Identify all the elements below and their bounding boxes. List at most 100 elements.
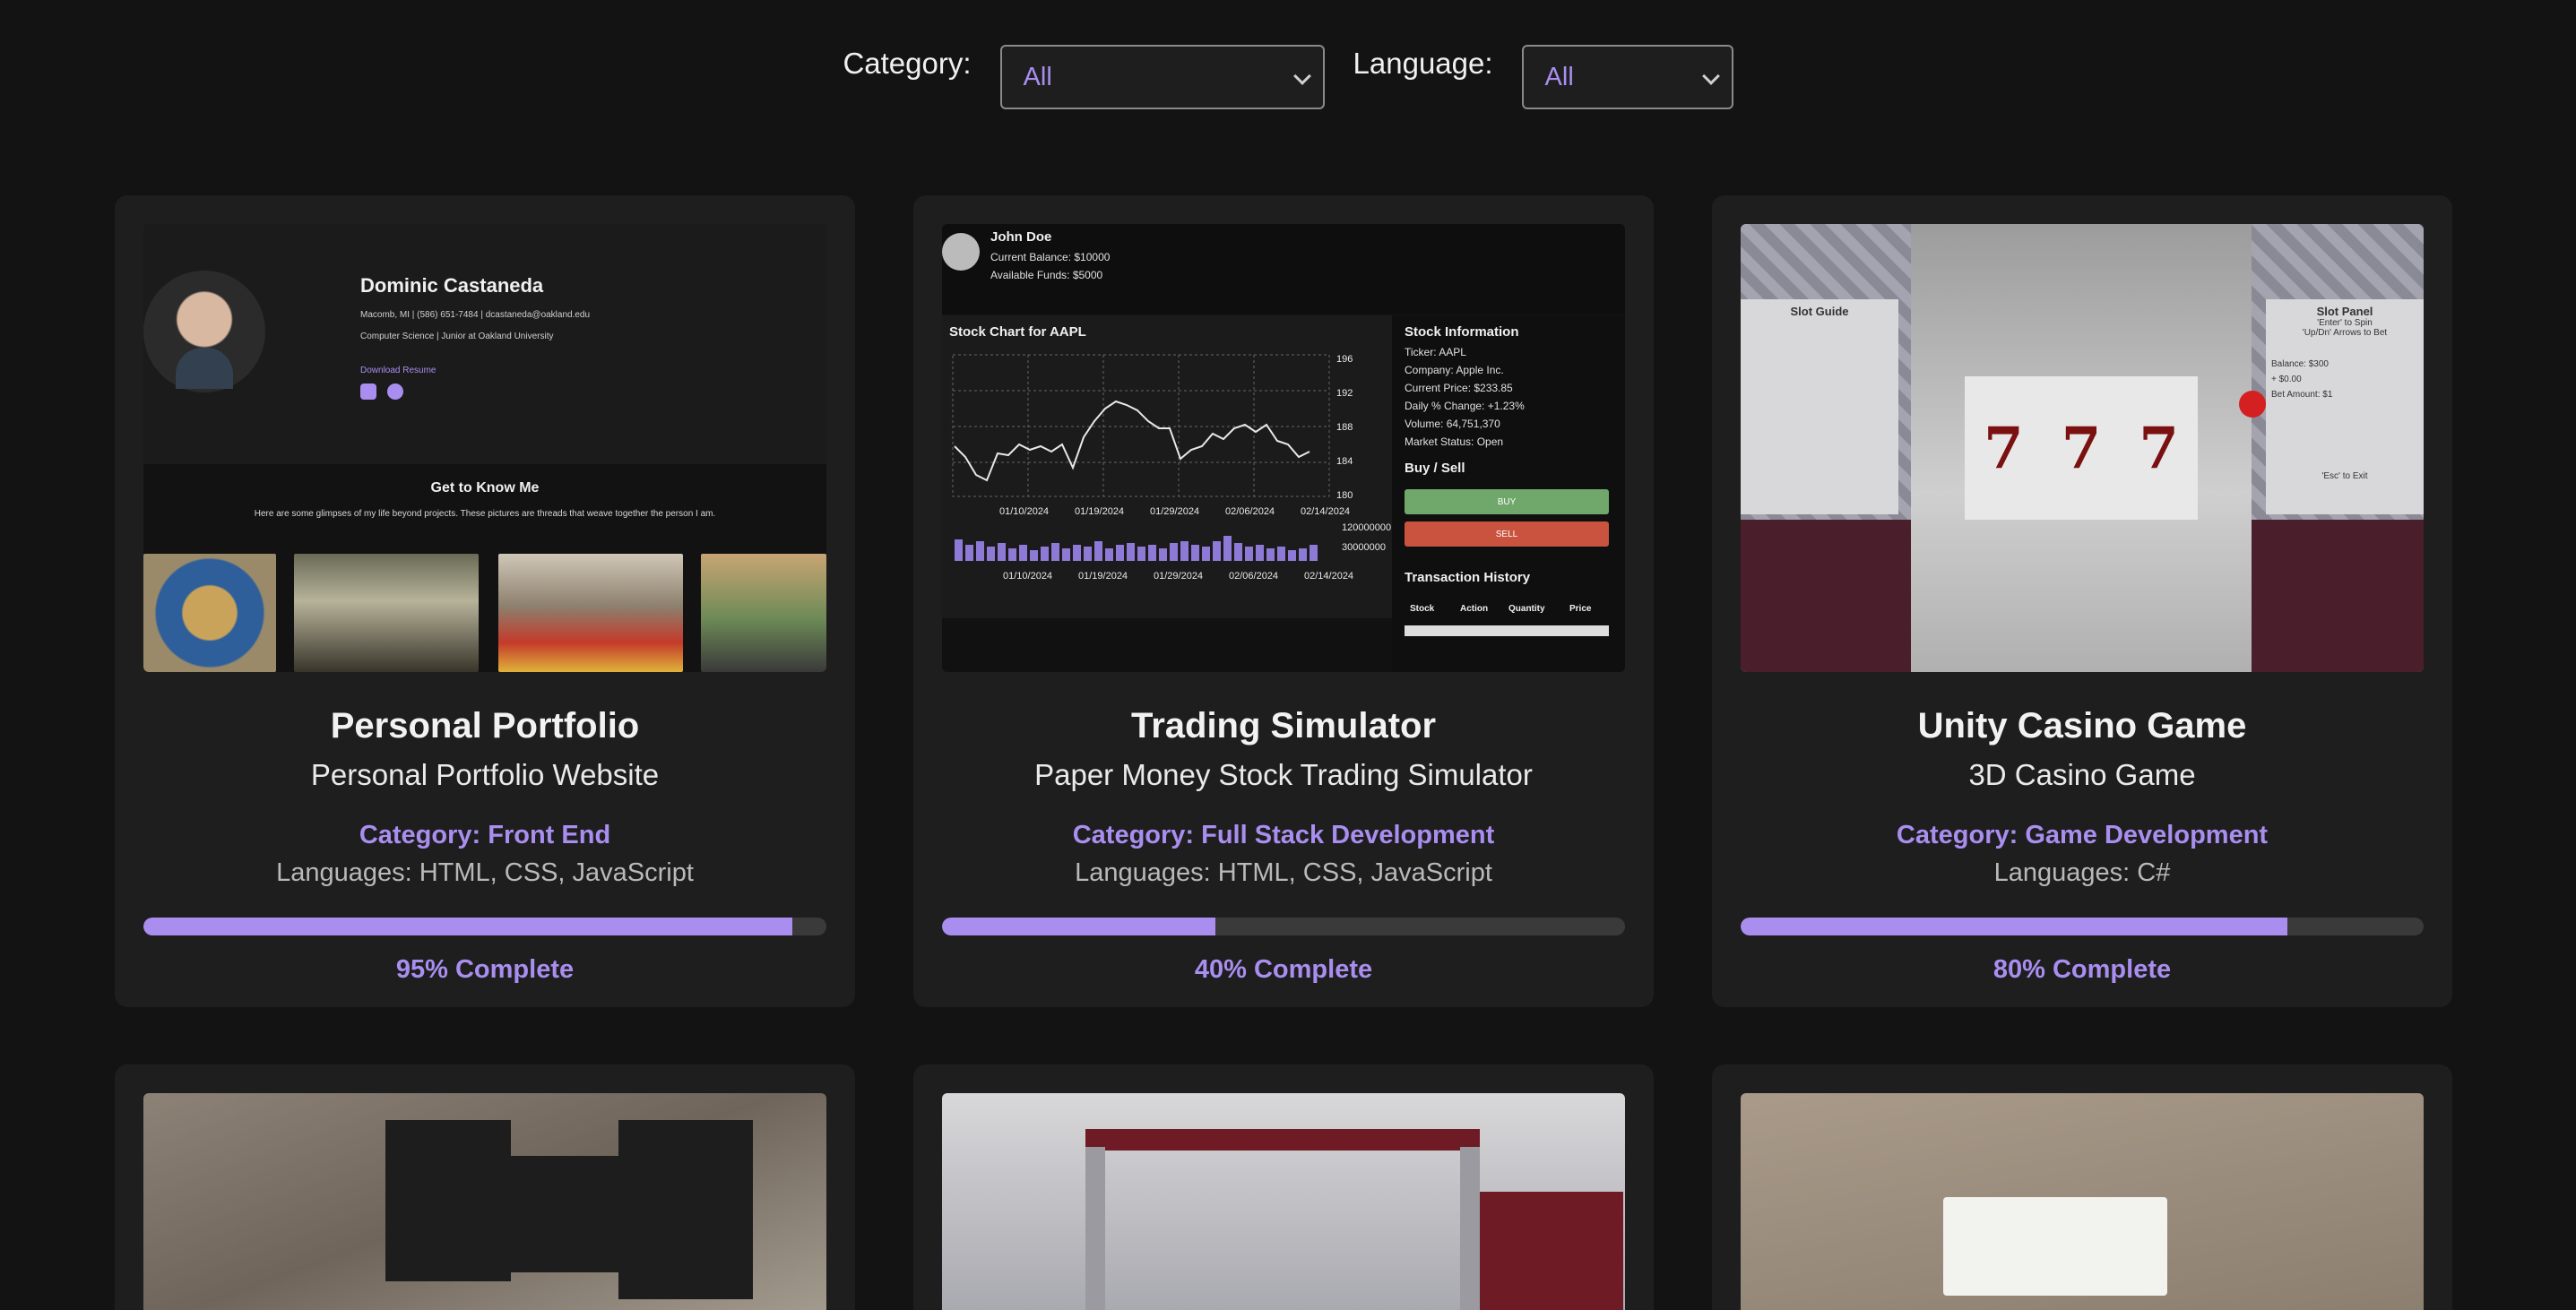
volume-bar xyxy=(1062,548,1070,561)
y-tick: 184 xyxy=(1336,456,1353,467)
progress-bar xyxy=(1741,918,2424,935)
preview-name: Dominic Castaneda xyxy=(360,274,544,297)
slot-panel: Slot Panel 'Enter' to Spin 'Up/Dn' Arrow… xyxy=(2266,299,2424,514)
volume-tick: 30000000 xyxy=(1342,542,1386,553)
category-select-value: All xyxy=(1023,62,1052,91)
x-tick: 02/14/2024 xyxy=(1304,571,1353,582)
github-icon xyxy=(387,384,403,400)
preview-education: Computer Science | Junior at Oakland Uni… xyxy=(360,332,554,341)
slot-panel-line: 'Enter' to Spin xyxy=(2317,318,2373,328)
chevron-down-icon xyxy=(1701,67,1720,85)
buy-button: BUY xyxy=(1405,489,1609,514)
reel-symbol: 7 xyxy=(2061,414,2102,482)
y-tick: 188 xyxy=(1336,422,1353,433)
gallery-photo xyxy=(143,554,276,672)
sell-button: SELL xyxy=(1405,521,1609,547)
project-category: Category: Front End xyxy=(359,821,611,849)
gallery-photo xyxy=(294,554,479,672)
lever-knob xyxy=(2239,391,2266,418)
volume-bar xyxy=(1170,543,1178,561)
slot-guide-panel: Slot Guide xyxy=(1741,299,1898,514)
history-col: Price xyxy=(1569,604,1592,614)
progress-text: 95% Complete xyxy=(395,955,575,984)
project-subtitle: Personal Portfolio Website xyxy=(310,758,660,791)
volume-bar xyxy=(1041,547,1049,561)
project-title: Personal Portfolio xyxy=(330,706,640,745)
info-row: Market Status: Open xyxy=(1405,435,1504,448)
filter-bar: Category: All Language: All xyxy=(0,45,2576,109)
project-title: Unity Casino Game xyxy=(1917,706,2247,745)
volume-bar xyxy=(965,545,973,561)
user-avatar-icon xyxy=(942,233,980,271)
project-thumbnail: 7 7 7 Slot Guide Slot Panel 'Enter' to S… xyxy=(1741,224,2424,672)
x-tick: 01/10/2024 xyxy=(999,506,1049,517)
volume-bar xyxy=(1051,543,1059,561)
progress-text: 80% Complete xyxy=(1993,955,2172,984)
slot-panel-line: 'Up/Dn' Arrows to Bet xyxy=(2302,328,2388,338)
history-title: Transaction History xyxy=(1405,570,1531,585)
reel-symbol: 7 xyxy=(1984,414,2024,482)
preview-contact: Macomb, MI | (586) 651-7484 | dcastaneda… xyxy=(360,310,591,320)
project-card-casino[interactable]: 7 7 7 Slot Guide Slot Panel 'Enter' to S… xyxy=(1712,195,2452,1007)
volume-bar xyxy=(1073,545,1081,561)
preview-user-name: John Doe xyxy=(990,229,1052,245)
project-card[interactable] xyxy=(913,1064,1654,1310)
volume-bar xyxy=(1094,541,1102,561)
volume-bar xyxy=(1266,548,1275,561)
slot-guide-title: Slot Guide xyxy=(1790,305,1849,318)
project-card[interactable] xyxy=(1712,1064,2452,1310)
project-card-trading[interactable]: John Doe Current Balance: $10000 Availab… xyxy=(913,195,1654,1007)
gallery-photo xyxy=(498,554,683,672)
project-card[interactable] xyxy=(115,1064,855,1310)
project-thumbnail: Dominic Castaneda Macomb, MI | (586) 651… xyxy=(143,224,826,672)
volume-bar xyxy=(1127,543,1135,561)
project-languages: Languages: HTML, CSS, JavaScript xyxy=(276,858,694,887)
project-subtitle: Paper Money Stock Trading Simulator xyxy=(1034,758,1533,791)
language-select-value: All xyxy=(1544,62,1574,91)
volume-bar xyxy=(1234,543,1242,561)
volume-bar xyxy=(1202,547,1210,561)
volume-bar xyxy=(1288,550,1296,561)
slot-panel-line: Bet Amount: $1 xyxy=(2271,390,2333,400)
progress-fill xyxy=(942,918,1215,935)
info-row: Current Price: $233.85 xyxy=(1405,382,1513,394)
project-thumbnail xyxy=(1741,1093,2424,1310)
linkedin-icon xyxy=(360,384,376,400)
volume-bar xyxy=(1084,547,1092,561)
progress-text: 40% Complete xyxy=(1194,955,1373,984)
volume-bar xyxy=(1213,541,1221,561)
x-tick: 01/10/2024 xyxy=(1003,571,1052,582)
gallery-photo xyxy=(701,554,826,672)
preview-funds: Available Funds: $5000 xyxy=(990,269,1103,281)
project-subtitle: 3D Casino Game xyxy=(1968,758,2196,791)
reel-symbol: 7 xyxy=(2139,414,2179,482)
x-tick: 01/29/2024 xyxy=(1154,571,1203,582)
volume-bar xyxy=(1030,550,1038,561)
chevron-down-icon xyxy=(1292,67,1311,85)
history-col: Stock xyxy=(1410,604,1435,614)
slot-panel-line: Balance: $300 xyxy=(2271,359,2329,369)
x-tick: 01/19/2024 xyxy=(1078,571,1128,582)
preview-section-title: Get to Know Me xyxy=(430,480,540,496)
stock-chart: Stock Chart for AAPL 196 192 188 184 180… xyxy=(942,315,1392,618)
volume-bar xyxy=(1116,545,1124,561)
preview-resume-link: Download Resume xyxy=(360,366,437,375)
project-category: Category: Full Stack Development xyxy=(1072,821,1495,849)
volume-bar xyxy=(1310,545,1318,561)
volume-bar xyxy=(1277,547,1285,561)
project-languages: Languages: HTML, CSS, JavaScript xyxy=(1075,858,1492,887)
category-filter-label: Category: xyxy=(843,47,972,80)
volume-bar xyxy=(1148,545,1156,561)
slot-panel-line: + $0.00 xyxy=(2271,375,2302,384)
volume-bar xyxy=(1256,545,1264,561)
preview-section-text: Here are some glimpses of my life beyond… xyxy=(254,509,716,519)
history-col: Action xyxy=(1460,604,1489,614)
language-select[interactable]: All xyxy=(1521,45,1733,109)
category-select[interactable]: All xyxy=(999,45,1325,109)
volume-bar xyxy=(1223,536,1232,561)
x-tick: 01/19/2024 xyxy=(1075,506,1124,517)
volume-bar xyxy=(955,539,963,561)
progress-bar xyxy=(143,918,826,935)
project-card-portfolio[interactable]: Dominic Castaneda Macomb, MI | (586) 651… xyxy=(115,195,855,1007)
x-tick: 02/06/2024 xyxy=(1225,506,1275,517)
